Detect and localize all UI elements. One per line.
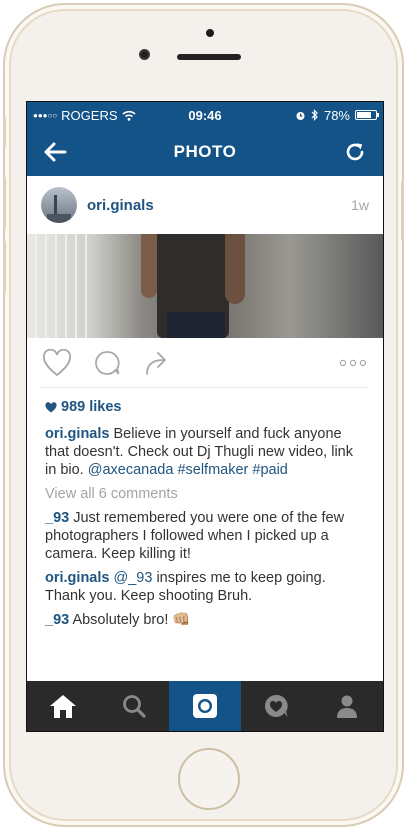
photo-arm bbox=[141, 234, 157, 298]
comment: _93 Absolutely bro! 👊🏼 bbox=[45, 611, 365, 629]
home-button[interactable] bbox=[178, 748, 240, 810]
mute-switch bbox=[3, 117, 6, 147]
app-screen: ●●●○○ ROGERS 09:46 78% PHOTO ori.ginals … bbox=[26, 101, 384, 732]
camera-icon bbox=[193, 694, 217, 718]
post-photo[interactable] bbox=[27, 234, 383, 338]
comment-text: Absolutely bro! 👊🏼 bbox=[72, 612, 191, 628]
post-caption: ori.ginals Believe in yourself and fuck … bbox=[45, 425, 365, 479]
comment-username[interactable]: _93 bbox=[45, 510, 69, 526]
comment-username[interactable]: _93 bbox=[45, 612, 69, 628]
caption-hashtags[interactable]: #selfmaker #paid bbox=[177, 462, 287, 478]
avatar[interactable] bbox=[41, 187, 77, 223]
caption-username[interactable]: ori.ginals bbox=[45, 426, 109, 442]
post-content: 989 likes ori.ginals Believe in yourself… bbox=[27, 388, 383, 629]
post-username[interactable]: ori.ginals bbox=[87, 197, 154, 214]
comment: _93 Just remembered you were one of the … bbox=[45, 509, 365, 563]
heart-filled-icon bbox=[45, 401, 57, 412]
battery-label: 78% bbox=[323, 107, 350, 123]
profile-icon bbox=[337, 695, 358, 718]
comment: ori.ginals @_93 inspires me to keep goin… bbox=[45, 569, 365, 605]
earpiece-speaker bbox=[177, 54, 241, 60]
caption-mention[interactable]: @axecanada bbox=[88, 462, 174, 478]
page-title: PHOTO bbox=[173, 142, 237, 161]
view-all-comments-link[interactable]: View all 6 comments bbox=[45, 485, 365, 503]
nav-bar: PHOTO bbox=[27, 128, 383, 176]
refresh-icon bbox=[346, 143, 364, 161]
post-header: ori.ginals 1w bbox=[27, 176, 383, 234]
comment-bubble-icon bbox=[95, 350, 120, 375]
heart-icon bbox=[43, 348, 71, 376]
tab-camera[interactable] bbox=[169, 681, 241, 731]
status-bar: ●●●○○ ROGERS 09:46 78% bbox=[27, 102, 383, 128]
photo-legs bbox=[167, 312, 225, 338]
railing-bar bbox=[85, 234, 87, 338]
railing-bar bbox=[35, 234, 37, 338]
front-camera bbox=[139, 49, 150, 60]
proximity-sensor bbox=[206, 29, 214, 37]
volume-up-button bbox=[3, 177, 6, 229]
railing-bar bbox=[75, 234, 77, 338]
alarm-icon bbox=[296, 111, 305, 120]
post-actions bbox=[41, 338, 369, 388]
volume-down-button bbox=[3, 241, 6, 293]
search-icon bbox=[122, 695, 146, 718]
activity-bubble-icon bbox=[265, 694, 288, 717]
refresh-button[interactable] bbox=[341, 138, 369, 166]
power-button bbox=[401, 181, 404, 241]
railing-bar bbox=[45, 234, 47, 338]
tab-search[interactable] bbox=[98, 681, 169, 731]
tab-activity[interactable] bbox=[241, 681, 312, 731]
battery-icon bbox=[355, 110, 379, 120]
comment-text: Just remembered you were one of the few … bbox=[45, 510, 345, 562]
share-arrow-icon bbox=[146, 351, 166, 375]
post-age: 1w bbox=[351, 197, 369, 213]
railing-bar bbox=[55, 234, 57, 338]
comment-username[interactable]: ori.ginals bbox=[45, 570, 109, 586]
railing-bar bbox=[65, 234, 67, 338]
tab-bar bbox=[27, 681, 383, 731]
bluetooth-icon bbox=[311, 109, 318, 121]
share-button[interactable] bbox=[141, 347, 173, 379]
more-dots-icon bbox=[339, 359, 367, 366]
likes-count[interactable]: 989 likes bbox=[45, 398, 365, 416]
more-options-button[interactable] bbox=[337, 347, 369, 379]
comment-button[interactable] bbox=[91, 347, 123, 379]
tab-profile[interactable] bbox=[312, 681, 383, 731]
back-button[interactable] bbox=[41, 138, 69, 166]
home-icon bbox=[49, 695, 76, 718]
comment-mention[interactable]: @_93 bbox=[114, 570, 153, 586]
photo-arm bbox=[225, 234, 245, 304]
like-button[interactable] bbox=[41, 347, 73, 379]
tab-home[interactable] bbox=[27, 681, 98, 731]
likes-label: 989 likes bbox=[61, 399, 122, 415]
back-arrow-icon bbox=[44, 142, 67, 162]
